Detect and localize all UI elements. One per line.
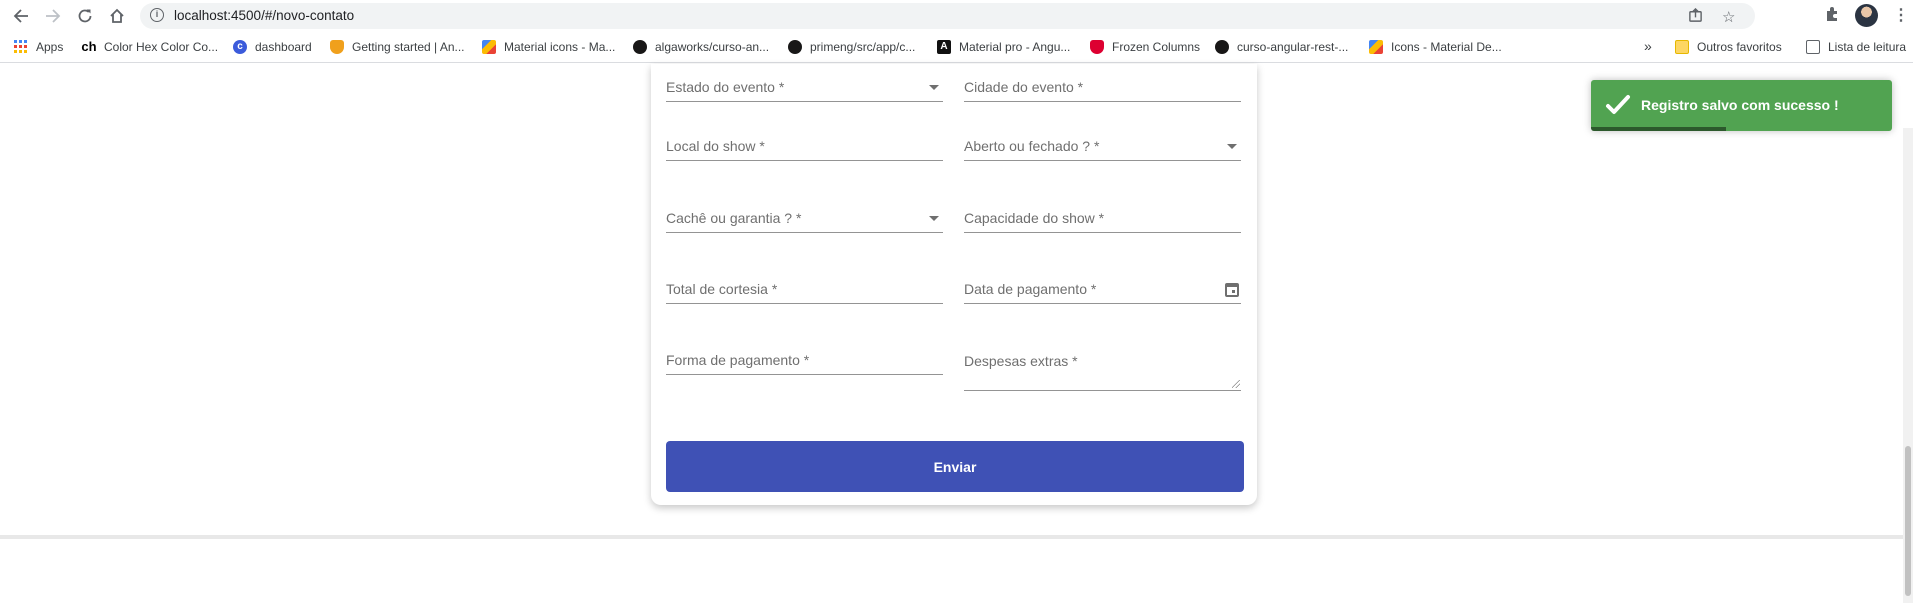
- reading-list-button[interactable]: Lista de leitura: [1806, 40, 1906, 54]
- site-info-icon[interactable]: i: [150, 8, 164, 22]
- dropdown-arrow-icon: [929, 216, 939, 221]
- bookmark-getting-started[interactable]: Getting started | An...: [330, 40, 465, 54]
- reading-list-icon: [1806, 40, 1820, 54]
- bookmarks-overflow-chevron[interactable]: »: [1644, 38, 1652, 54]
- field-label: Total de cortesia *: [666, 281, 778, 297]
- bookmark-dashboard[interactable]: c dashboard: [233, 40, 312, 54]
- browser-toolbar: i localhost:4500/#/novo-contato ☆ ⋮: [0, 0, 1913, 32]
- angular-icon: A: [937, 40, 951, 54]
- dropdown-arrow-icon: [1227, 144, 1237, 149]
- bookmark-material-icons[interactable]: Material icons - Ma...: [482, 40, 615, 54]
- bookmark-material-pro[interactable]: A Material pro - Angu...: [937, 40, 1070, 54]
- estado-do-evento-select[interactable]: Estado do evento *: [666, 62, 943, 102]
- field-label: Cidade do evento *: [964, 79, 1084, 95]
- star-icon[interactable]: ☆: [1722, 8, 1735, 26]
- url-text: localhost:4500/#/novo-contato: [174, 8, 355, 23]
- page-scrollbar[interactable]: [1903, 128, 1913, 603]
- scrollbar-thumb[interactable]: [1905, 446, 1911, 596]
- browser-menu-icon[interactable]: ⋮: [1893, 5, 1909, 25]
- field-label: Capacidade do show *: [964, 210, 1105, 226]
- field-label: Local do show *: [666, 138, 765, 154]
- material-design-icon: [1369, 40, 1383, 54]
- bookmark-frozen-columns[interactable]: Frozen Columns: [1090, 40, 1200, 54]
- bookmarks-bar: Apps ch Color Hex Color Co... c dashboar…: [0, 33, 1913, 63]
- aberto-ou-fechado-select[interactable]: Aberto ou fechado ? *: [964, 121, 1241, 161]
- profile-avatar[interactable]: [1855, 4, 1878, 27]
- capacidade-do-show-input[interactable]: Capacidade do show *: [964, 193, 1241, 233]
- bookmark-algaworks[interactable]: algaworks/curso-an...: [633, 40, 769, 54]
- field-label: Aberto ou fechado ? *: [964, 138, 1100, 154]
- primeng-shield-icon: [1090, 40, 1104, 54]
- forward-arrow-icon[interactable]: [41, 4, 65, 28]
- horizontal-scrollbar[interactable]: [0, 535, 1903, 539]
- dropdown-arrow-icon: [929, 85, 939, 90]
- material-icons-icon: [482, 40, 496, 54]
- apps-grid-icon: [14, 40, 28, 54]
- bookmark-apps[interactable]: Apps: [14, 40, 63, 54]
- local-do-show-input[interactable]: Local do show *: [666, 121, 943, 161]
- page-content: Estado do evento * Cidade do evento * Lo…: [0, 64, 1913, 603]
- github-icon: [1215, 40, 1229, 54]
- despesas-extras-textarea[interactable]: Despesas extras *: [964, 335, 1241, 391]
- bookmark-primeng[interactable]: primeng/src/app/c...: [788, 40, 915, 54]
- field-label: Data de pagamento *: [964, 281, 1097, 297]
- github-icon: [788, 40, 802, 54]
- bookmark-icons-material[interactable]: Icons - Material De...: [1369, 40, 1502, 54]
- calendar-icon[interactable]: [1225, 283, 1239, 297]
- github-icon: [633, 40, 647, 54]
- field-label: Cachê ou garantia ? *: [666, 210, 802, 226]
- cidade-do-evento-input[interactable]: Cidade do evento *: [964, 62, 1241, 102]
- ch-icon: ch: [81, 39, 97, 54]
- share-icon[interactable]: [1688, 7, 1703, 27]
- address-bar[interactable]: i localhost:4500/#/novo-contato ☆: [140, 3, 1755, 29]
- resize-handle-icon[interactable]: [1232, 380, 1240, 388]
- field-label: Estado do evento *: [666, 79, 785, 95]
- home-icon[interactable]: [105, 4, 129, 28]
- bookmark-curso-angular-rest[interactable]: curso-angular-rest-...: [1215, 40, 1348, 54]
- folder-icon: [1675, 40, 1689, 54]
- toast-message: Registro salvo com sucesso !: [1641, 97, 1839, 113]
- dashboard-icon: c: [233, 40, 247, 54]
- total-de-cortesia-input[interactable]: Total de cortesia *: [666, 264, 943, 304]
- extensions-puzzle-icon[interactable]: [1824, 6, 1840, 26]
- contact-form-card: Estado do evento * Cidade do evento * Lo…: [651, 64, 1257, 505]
- data-de-pagamento-input[interactable]: Data de pagamento *: [964, 264, 1241, 304]
- bookmark-folder-other-favorites[interactable]: Outros favoritos: [1675, 40, 1782, 54]
- field-label: Despesas extras *: [964, 353, 1078, 369]
- toast-progress-bar: [1591, 127, 1727, 131]
- shield-orange-icon: [330, 40, 344, 54]
- cache-ou-garantia-select[interactable]: Cachê ou garantia ? *: [666, 193, 943, 233]
- back-arrow-icon[interactable]: [9, 4, 33, 28]
- bookmark-color-hex[interactable]: ch Color Hex Color Co...: [80, 39, 218, 55]
- enviar-button[interactable]: Enviar: [666, 441, 1244, 492]
- checkmark-icon: [1606, 95, 1630, 114]
- field-label: Forma de pagamento *: [666, 352, 810, 368]
- success-toast[interactable]: Registro salvo com sucesso !: [1591, 80, 1892, 131]
- reload-icon[interactable]: [73, 4, 97, 28]
- forma-de-pagamento-input[interactable]: Forma de pagamento *: [666, 335, 943, 375]
